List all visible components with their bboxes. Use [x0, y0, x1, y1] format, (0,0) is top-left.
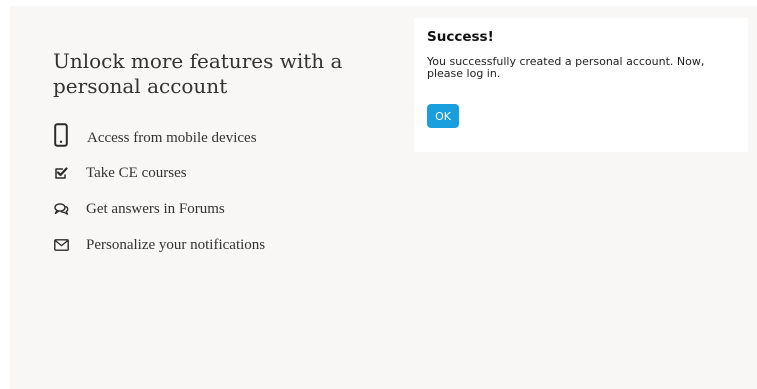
dialog-message: You successfully created a personal acco…: [427, 55, 705, 80]
chat-bubbles-icon: [52, 200, 70, 218]
feature-item-forums: Get answers in Forums: [52, 200, 225, 218]
feature-item-notifications: Personalize your notifications: [52, 236, 265, 254]
feature-label: Take CE courses: [86, 164, 187, 181]
feature-label: Personalize your notifications: [86, 236, 266, 253]
ok-button[interactable]: OK: [427, 104, 459, 128]
page-background: Unlock more features with a personal acc…: [10, 6, 757, 389]
features-heading: Unlock more features with a personal acc…: [53, 49, 343, 98]
dialog-title: Success!: [427, 29, 494, 45]
checkbox-checked-icon: [52, 164, 70, 182]
feature-item-ce-courses: Take CE courses: [52, 164, 187, 182]
success-dialog: Success! You successfully created a pers…: [414, 18, 748, 152]
mobile-phone-icon: [52, 121, 70, 149]
feature-label: Access from mobile devices: [87, 129, 257, 146]
feature-item-mobile: Access from mobile devices: [52, 119, 257, 149]
feature-label: Get answers in Forums: [86, 200, 225, 217]
envelope-icon: [52, 236, 70, 254]
